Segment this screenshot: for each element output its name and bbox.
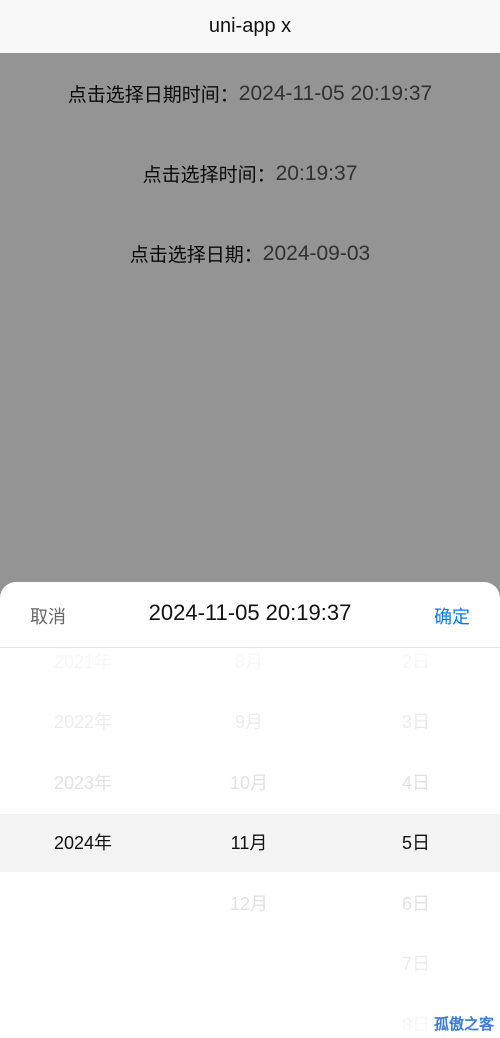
picker-header: 取消 2024-11-05 20:19:37 确定	[0, 582, 500, 648]
day-option[interactable]: 4日	[332, 768, 500, 798]
watermark-text: 孤傲之客	[433, 1016, 494, 1033]
picker-title: 2024-11-05 20:19:37	[148, 600, 352, 625]
day-option-selected[interactable]: 5日	[332, 828, 500, 858]
day-option[interactable]: 3日	[332, 707, 500, 737]
month-option-selected[interactable]: 11月	[166, 828, 332, 858]
day-wheel[interactable]: 2日 3日 4日 5日 6日 7日 8日	[332, 648, 500, 1038]
month-option[interactable]: 10月	[166, 768, 332, 798]
year-option[interactable]: 2023年	[0, 768, 166, 798]
year-option[interactable]: 2022年	[0, 707, 166, 737]
datetime-picker-sheet: 取消 2024-11-05 20:19:37 确定 2021年 2022年 20…	[0, 582, 500, 1038]
year-option-selected[interactable]: 2024年	[0, 828, 166, 858]
month-option[interactable]: 12月	[166, 889, 332, 919]
month-wheel[interactable]: 8月 9月 10月 11月 12月	[166, 648, 332, 1038]
nav-title: uni-app x	[208, 15, 292, 37]
navigation-bar: uni-app x	[0, 0, 500, 53]
day-option[interactable]: 6日	[332, 889, 500, 919]
month-option[interactable]: 9月	[166, 707, 332, 737]
confirm-button[interactable]: 确定	[434, 603, 470, 629]
picker-wheels: 2021年 2022年 2023年 2024年 8月 9月 10月 11月 12…	[0, 648, 500, 1038]
year-option[interactable]: 2021年	[0, 648, 166, 677]
day-option[interactable]: 7日	[332, 949, 500, 979]
day-option[interactable]: 2日	[332, 648, 500, 677]
month-option[interactable]: 8月	[166, 648, 332, 677]
year-wheel[interactable]: 2021年 2022年 2023年 2024年	[0, 648, 166, 1038]
app-screen: uni-app x 点击选择日期时间： 2024-11-05 20:19:37 …	[0, 0, 500, 1038]
